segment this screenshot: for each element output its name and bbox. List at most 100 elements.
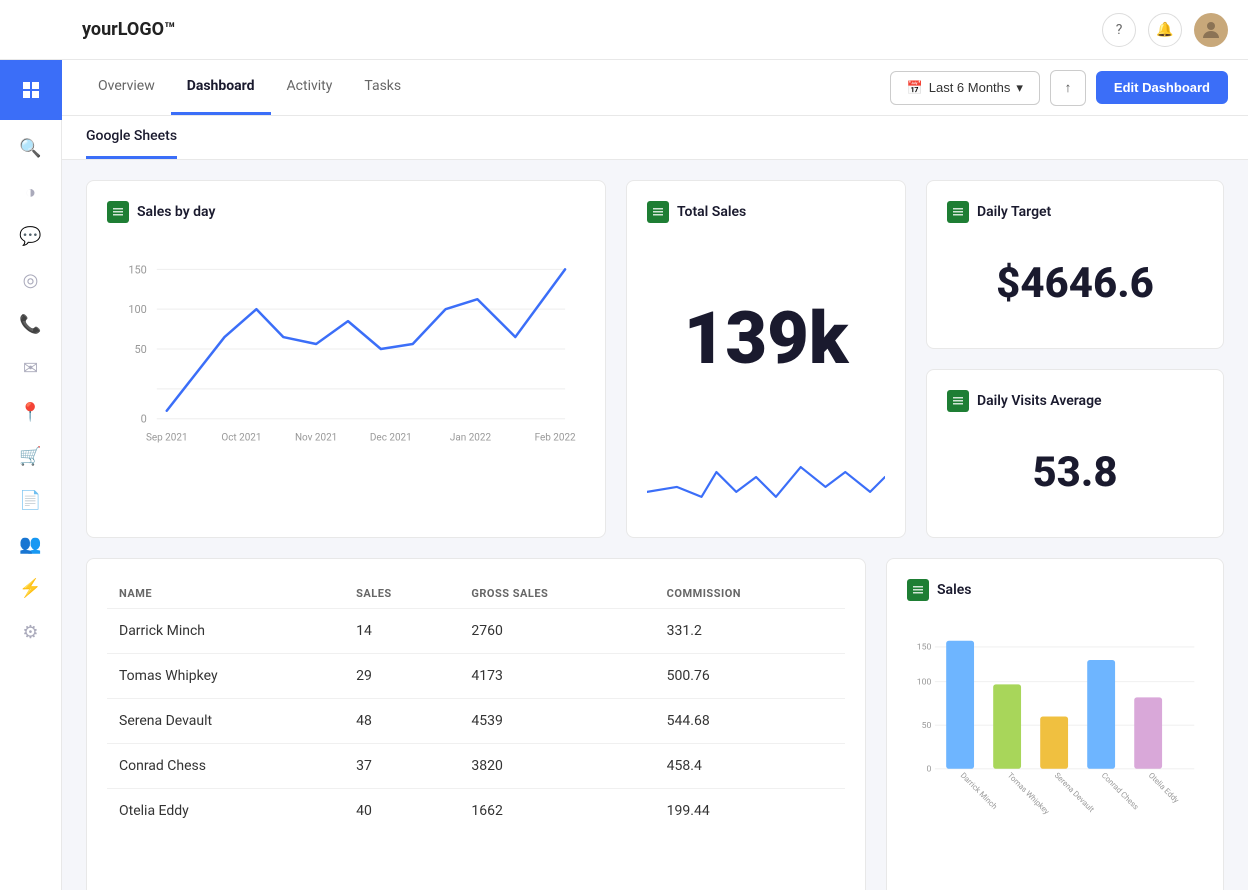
doc-icon[interactable]: 📄: [11, 480, 51, 520]
dashboard: Sales by day 150 100 50 0: [62, 160, 1248, 890]
sidebar-logo-area: [0, 0, 62, 60]
phone-icon[interactable]: 📞: [11, 304, 51, 344]
table-cell-name: Otelia Eddy: [107, 789, 344, 834]
metric-col: Daily Target $4646.6 Daily Visits Averag…: [926, 180, 1224, 538]
table-cell-gross_sales: 3820: [459, 744, 654, 789]
cart-icon[interactable]: 🛒: [11, 436, 51, 476]
svg-text:150: 150: [128, 263, 146, 276]
table-cell-commission: 199.44: [655, 789, 845, 834]
notification-button[interactable]: 🔔: [1148, 13, 1182, 47]
sales-bar-card: Sales 150 100 50 0 Darrick MinchTomas Wh…: [886, 558, 1224, 890]
sales-by-day-chart: 150 100 50 0 Sep 2021 Oct 2021 Nov 2021 …: [107, 239, 585, 459]
table-cell-name: Serena Devault: [107, 699, 344, 744]
svg-text:Tomas Whipkey: Tomas Whipkey: [1006, 771, 1052, 817]
svg-text:Conrad Chess: Conrad Chess: [1100, 771, 1141, 812]
svg-text:Dec 2021: Dec 2021: [370, 433, 412, 444]
svg-text:Sep 2021: Sep 2021: [146, 433, 188, 444]
user-avatar[interactable]: [1194, 13, 1228, 47]
svg-text:Serena Devault: Serena Devault: [1053, 771, 1096, 814]
svg-text:Darrick Minch: Darrick Minch: [959, 771, 999, 811]
sales-table: NAME SALES GROSS SALES COMMISSION Darric…: [107, 579, 845, 833]
table-cell-sales: 48: [344, 699, 459, 744]
svg-text:0: 0: [926, 764, 931, 774]
daily-target-title: Daily Target: [947, 201, 1203, 223]
col-name: NAME: [107, 579, 344, 609]
total-sales-value: 139k: [647, 286, 885, 391]
sales-bar-title: Sales: [907, 579, 1203, 601]
table-row: Tomas Whipkey294173500.76: [107, 654, 845, 699]
chart-icon[interactable]: ◑: [11, 172, 51, 212]
col-commission: COMMISSION: [655, 579, 845, 609]
bottom-row: NAME SALES GROSS SALES COMMISSION Darric…: [86, 558, 1224, 890]
share-icon: ↑: [1065, 80, 1072, 95]
sidebar-nav: 🔍 ◑ 💬 ◎ 📞 ✉ 📍 🛒 📄 👥 ⚡ ⚙: [11, 120, 51, 652]
col-gross-sales: GROSS SALES: [459, 579, 654, 609]
svg-text:50: 50: [922, 721, 932, 731]
search-icon[interactable]: 🔍: [11, 128, 51, 168]
tab-dashboard[interactable]: Dashboard: [171, 60, 271, 115]
table-row: Serena Devault484539544.68: [107, 699, 845, 744]
table-cell-sales: 40: [344, 789, 459, 834]
daily-visits-value: 53.8: [947, 428, 1203, 517]
chat-icon[interactable]: 💬: [11, 216, 51, 256]
content-area: Overview Dashboard Activity Tasks 📅 Last…: [62, 60, 1248, 890]
sales-table-card: NAME SALES GROSS SALES COMMISSION Darric…: [86, 558, 866, 890]
table-cell-commission: 458.4: [655, 744, 845, 789]
table-cell-gross_sales: 4173: [459, 654, 654, 699]
subnav-google-sheets[interactable]: Google Sheets: [86, 116, 177, 159]
users-icon[interactable]: 👥: [11, 524, 51, 564]
sidebar: 🔍 ◑ 💬 ◎ 📞 ✉ 📍 🛒 📄 👥 ⚡ ⚙: [0, 0, 62, 890]
table-cell-gross_sales: 1662: [459, 789, 654, 834]
table-cell-name: Conrad Chess: [107, 744, 344, 789]
location-icon[interactable]: 📍: [11, 392, 51, 432]
table-cell-commission: 500.76: [655, 654, 845, 699]
chevron-down-icon: ▾: [1016, 80, 1023, 96]
plug-icon[interactable]: ⚡: [11, 568, 51, 608]
top-cards-row: Sales by day 150 100 50 0: [86, 180, 1224, 538]
settings-icon[interactable]: ⚙: [11, 612, 51, 652]
total-sales-title: Total Sales: [647, 201, 885, 223]
daily-visits-card: Daily Visits Average 53.8: [926, 369, 1224, 538]
table-cell-sales: 37: [344, 744, 459, 789]
table-row: Conrad Chess373820458.4: [107, 744, 845, 789]
svg-text:Nov 2021: Nov 2021: [295, 433, 337, 444]
table-cell-gross_sales: 2760: [459, 609, 654, 654]
table-cell-gross_sales: 4539: [459, 699, 654, 744]
eye-icon[interactable]: ◎: [11, 260, 51, 300]
table-cell-name: Darrick Minch: [107, 609, 344, 654]
tab-activity[interactable]: Activity: [271, 60, 349, 115]
sales-by-day-title: Sales by day: [107, 201, 585, 223]
topbar: yourLOGO™ ? 🔔: [62, 0, 1248, 60]
sheets-icon-2: [647, 201, 669, 223]
topbar-actions: ? 🔔: [1102, 13, 1228, 47]
date-filter-button[interactable]: 📅 Last 6 Months ▾: [890, 71, 1040, 105]
edit-dashboard-button[interactable]: Edit Dashboard: [1096, 71, 1228, 104]
nav-tabs: Overview Dashboard Activity Tasks 📅 Last…: [62, 60, 1248, 116]
table-cell-commission: 331.2: [655, 609, 845, 654]
total-sales-card: Total Sales 139k: [626, 180, 906, 538]
svg-text:0: 0: [141, 413, 147, 426]
sheets-icon-5: [907, 579, 929, 601]
col-sales: SALES: [344, 579, 459, 609]
svg-text:100: 100: [128, 303, 146, 316]
table-cell-name: Tomas Whipkey: [107, 654, 344, 699]
table-cell-commission: 544.68: [655, 699, 845, 744]
tab-overview[interactable]: Overview: [82, 60, 171, 115]
sales-bar-chart: 150 100 50 0 Darrick MinchTomas WhipkeyS…: [907, 617, 1203, 877]
calendar-icon: 📅: [907, 80, 923, 96]
table-row: Darrick Minch142760331.2: [107, 609, 845, 654]
svg-text:Jan 2022: Jan 2022: [450, 433, 492, 444]
date-filter-label: Last 6 Months: [929, 80, 1011, 95]
sidebar-home-btn[interactable]: [0, 60, 62, 120]
tab-actions: 📅 Last 6 Months ▾ ↑ Edit Dashboard: [890, 70, 1228, 106]
table-row: Otelia Eddy401662199.44: [107, 789, 845, 834]
help-button[interactable]: ?: [1102, 13, 1136, 47]
svg-text:150: 150: [917, 642, 932, 652]
share-button[interactable]: ↑: [1050, 70, 1086, 106]
app-logo: yourLOGO™: [82, 19, 175, 40]
sheets-icon-4: [947, 390, 969, 412]
tab-tasks[interactable]: Tasks: [348, 60, 417, 115]
sales-by-day-card: Sales by day 150 100 50 0: [86, 180, 606, 538]
email-icon[interactable]: ✉: [11, 348, 51, 388]
svg-text:100: 100: [917, 677, 932, 687]
